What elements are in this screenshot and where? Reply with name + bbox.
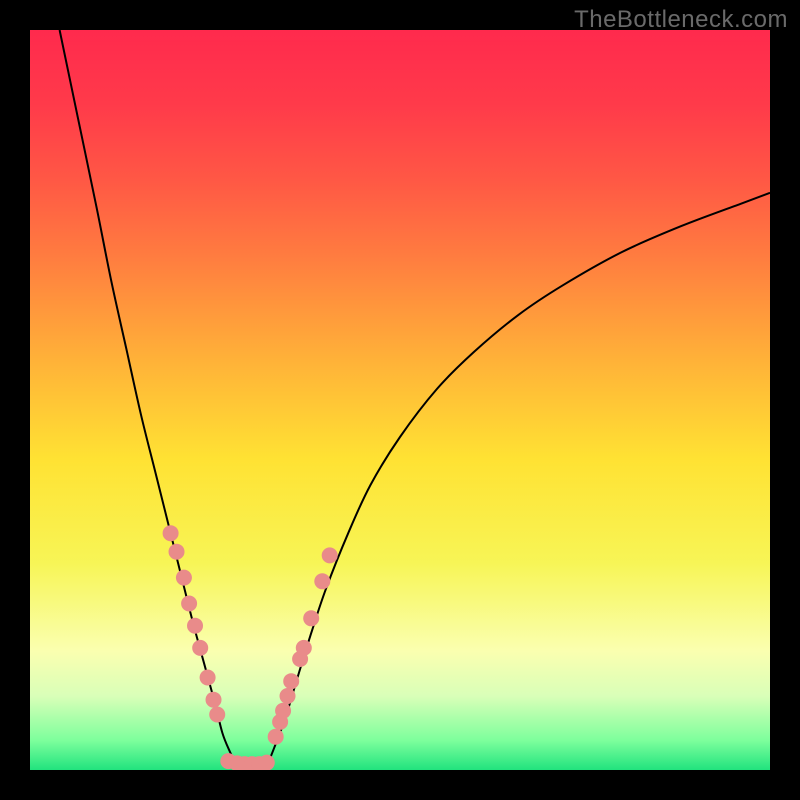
marker-dot [181, 596, 197, 612]
right-curve [267, 193, 770, 767]
marker-dot [187, 618, 203, 634]
marker-dot [296, 640, 312, 656]
marker-dot [259, 755, 275, 770]
marker-dot [163, 525, 179, 541]
marker-dot [176, 570, 192, 586]
marker-dot [200, 670, 216, 686]
marker-dot [280, 688, 296, 704]
marker-dot [275, 703, 291, 719]
marker-dot [314, 573, 330, 589]
marker-dot [268, 729, 284, 745]
marker-dot [209, 707, 225, 723]
plot-area [30, 30, 770, 770]
left-curve [60, 30, 238, 766]
marker-dot [192, 640, 208, 656]
outer-frame: TheBottleneck.com [0, 0, 800, 800]
marker-dot [169, 544, 185, 560]
marker-group [163, 525, 338, 770]
marker-dot [303, 610, 319, 626]
marker-dot [322, 547, 338, 563]
marker-dot [206, 692, 222, 708]
chart-svg [30, 30, 770, 770]
marker-dot [283, 673, 299, 689]
